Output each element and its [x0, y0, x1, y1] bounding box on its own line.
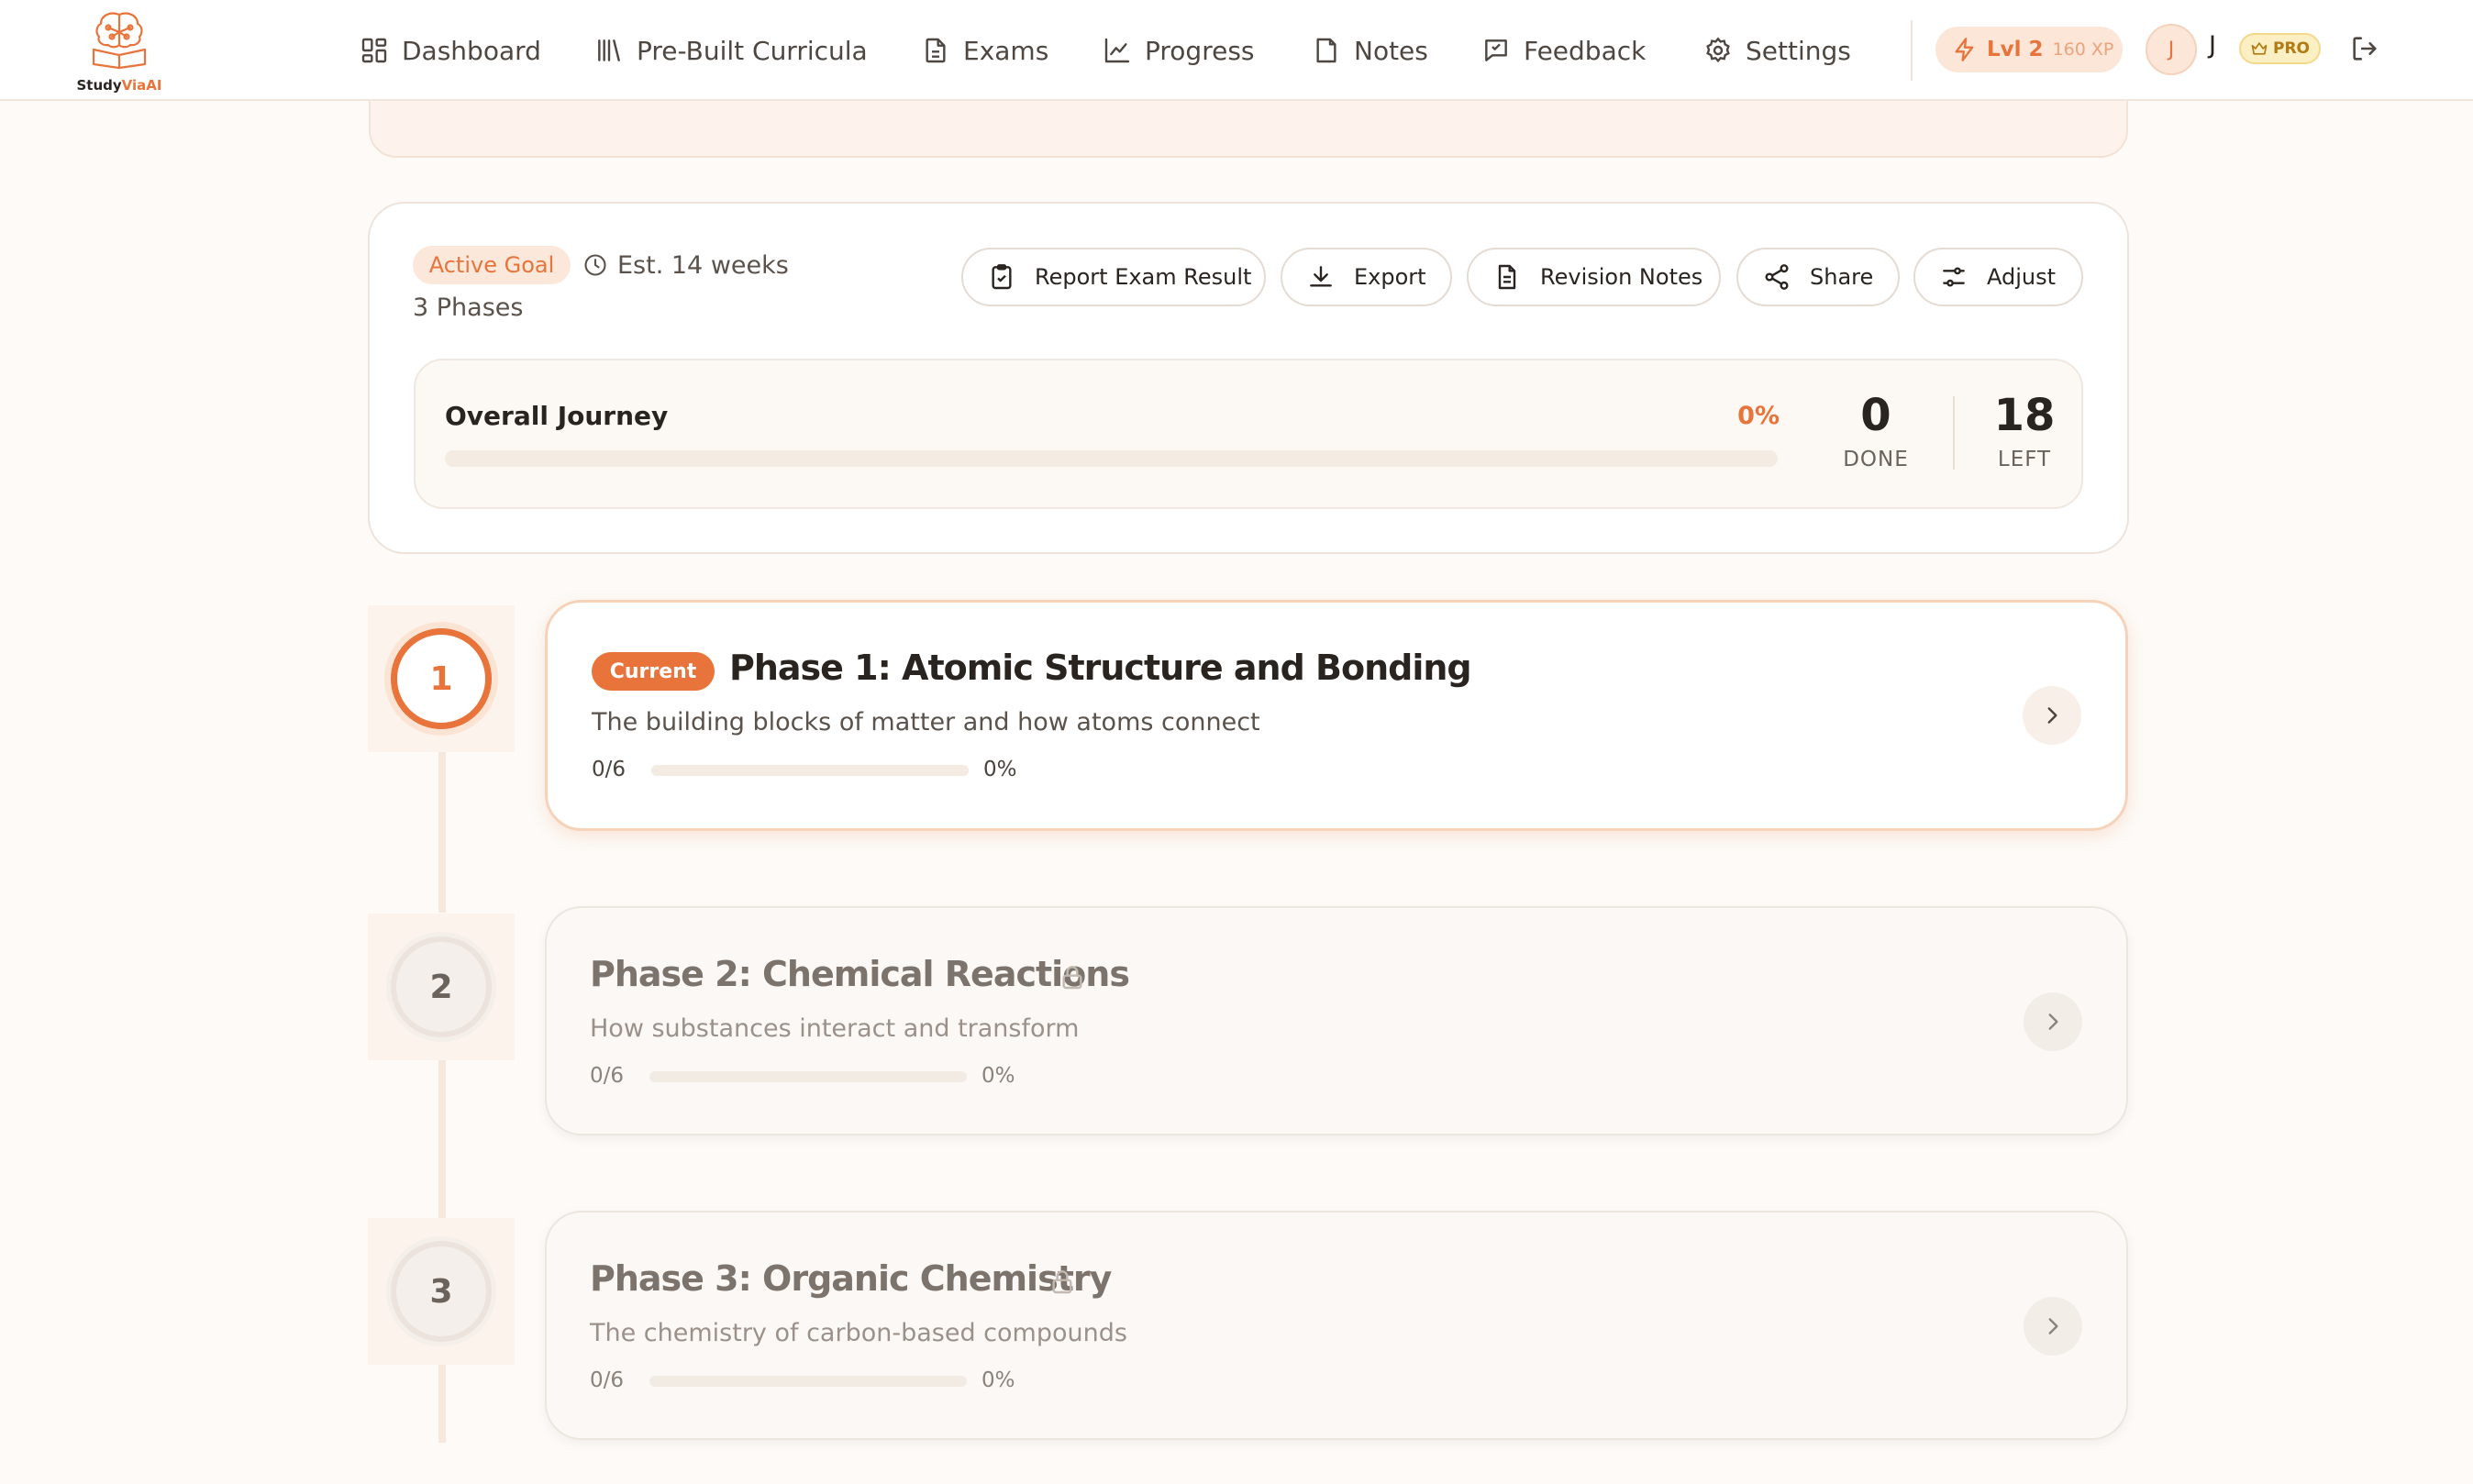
journey-percent: 0% [1737, 402, 1780, 430]
phase-lesson-count: 0/6 [592, 758, 627, 781]
top-navigation-bar: StudyViaAI Dashboard Pre-Built Curricula… [0, 0, 2473, 101]
phase-description: The chemistry of carbon-based compounds [590, 1319, 1127, 1347]
level-badge[interactable]: Lvl 2 160 XP [1935, 27, 2123, 72]
phase-step-2: 2 [391, 936, 492, 1037]
crown-icon [2251, 42, 2268, 55]
timeline-connector [438, 1041, 446, 1220]
phase-lesson-count: 0/6 [590, 1064, 625, 1088]
nav-item-pre-built-curricula[interactable]: Pre-Built Curricula [594, 28, 868, 73]
phase-description: How substances interact and transform [590, 1014, 1080, 1043]
share-button[interactable]: Share [1736, 248, 1900, 306]
brand-name: StudyViaAI [76, 77, 162, 94]
nav-item-exams[interactable]: Exams [921, 28, 1048, 73]
line-chart-icon [1104, 38, 1130, 63]
timeline-connector [438, 734, 446, 913]
nav-item-progress[interactable]: Progress [1103, 28, 1255, 73]
phase-percent: 0% [983, 758, 1017, 781]
estimate-text: Est. 14 weeks [617, 250, 789, 280]
message-square-icon [1485, 39, 1507, 61]
nav-label: Exams [963, 35, 1049, 66]
done-count: 0 [1860, 390, 1891, 441]
brand-logo[interactable]: StudyViaAI [73, 7, 165, 94]
phase-title: Phase 2: Chemical Reactions [590, 954, 1130, 994]
nav-label: Pre-Built Curricula [637, 35, 868, 66]
pro-plan-badge: PRO [2239, 33, 2321, 64]
lock-icon [1062, 966, 1082, 990]
note-icon [1316, 38, 1336, 63]
button-label: Export [1354, 264, 1426, 290]
phase-progress-bar [651, 765, 969, 776]
file-text-icon [1498, 264, 1516, 290]
lightning-icon [1955, 38, 1974, 61]
library-icon [598, 39, 620, 61]
clipboard-check-icon [992, 264, 1012, 290]
plan-label: PRO [2272, 39, 2310, 58]
chevron-right-icon [2048, 1013, 2058, 1030]
phases-count: 3 Phases [413, 293, 524, 322]
adjust-button[interactable]: Adjust [1913, 248, 2083, 306]
gear-icon [1706, 37, 1730, 63]
journey-progress-bar [445, 450, 1778, 467]
phase-percent: 0% [981, 1064, 1015, 1088]
stat-divider [1953, 396, 1955, 470]
phase-percent: 0% [981, 1368, 1015, 1392]
export-button[interactable]: Export [1281, 248, 1452, 306]
user-name[interactable]: J [2209, 31, 2216, 60]
phase-description: The building blocks of matter and how at… [592, 708, 1260, 736]
document-icon [926, 38, 946, 63]
nav-item-notes[interactable]: Notes [1312, 28, 1428, 73]
phase-progress-bar [649, 1071, 967, 1082]
overall-journey-panel [414, 359, 2083, 509]
open-phase-button[interactable] [2024, 992, 2082, 1051]
lock-icon [1052, 1270, 1072, 1294]
open-phase-button[interactable] [2024, 1297, 2082, 1356]
nav-label: Notes [1354, 35, 1428, 66]
brain-book-logo-icon [92, 12, 147, 70]
phase-lesson-count: 0/6 [590, 1368, 625, 1392]
nav-item-settings[interactable]: Settings [1703, 28, 1851, 73]
sliders-icon [1943, 267, 1965, 287]
dashboard-grid-icon [361, 38, 387, 63]
journey-title: Overall Journey [445, 401, 669, 431]
user-avatar[interactable]: J [2146, 24, 2197, 75]
download-icon [1310, 266, 1332, 287]
button-label: Share [1810, 264, 1874, 290]
button-label: Adjust [1987, 264, 2057, 290]
estimated-duration: Est. 14 weeks [582, 249, 789, 282]
nav-divider [1911, 20, 1913, 81]
nav-label: Settings [1746, 35, 1851, 66]
nav-item-feedback[interactable]: Feedback [1481, 28, 1646, 73]
phase-step-1: 1 [391, 628, 492, 729]
chevron-right-icon [2048, 1318, 2058, 1334]
share-icon [1765, 264, 1789, 290]
active-goal-badge: Active Goal [413, 246, 571, 284]
open-phase-button[interactable] [2023, 686, 2081, 745]
chevron-right-icon [2047, 707, 2057, 724]
report-exam-result-button[interactable]: Report Exam Result [961, 248, 1266, 306]
current-phase-badge: Current [592, 652, 715, 691]
clock-icon [584, 254, 606, 276]
nav-label: Dashboard [402, 35, 541, 66]
nav-item-dashboard[interactable]: Dashboard [360, 28, 541, 73]
phase-title: Phase 1: Atomic Structure and Bonding [729, 648, 1472, 688]
phase-progress-bar [649, 1376, 967, 1387]
nav-label: Feedback [1524, 35, 1647, 66]
revision-notes-button[interactable]: Revision Notes [1467, 248, 1721, 306]
logout-icon[interactable] [2349, 33, 2380, 64]
nav-label: Progress [1145, 35, 1255, 66]
xp-label: 160 XP [2052, 39, 2114, 60]
level-label: Lvl 2 [1987, 38, 2044, 61]
phase-step-3: 3 [391, 1241, 492, 1342]
button-label: Report Exam Result [1035, 264, 1252, 290]
phase-title: Phase 3: Organic Chemistry [590, 1258, 1112, 1299]
left-count: 18 [1993, 390, 2056, 441]
button-label: Revision Notes [1540, 264, 1703, 290]
left-label: LEFT [1997, 448, 2052, 471]
done-label: DONE [1843, 448, 1909, 471]
